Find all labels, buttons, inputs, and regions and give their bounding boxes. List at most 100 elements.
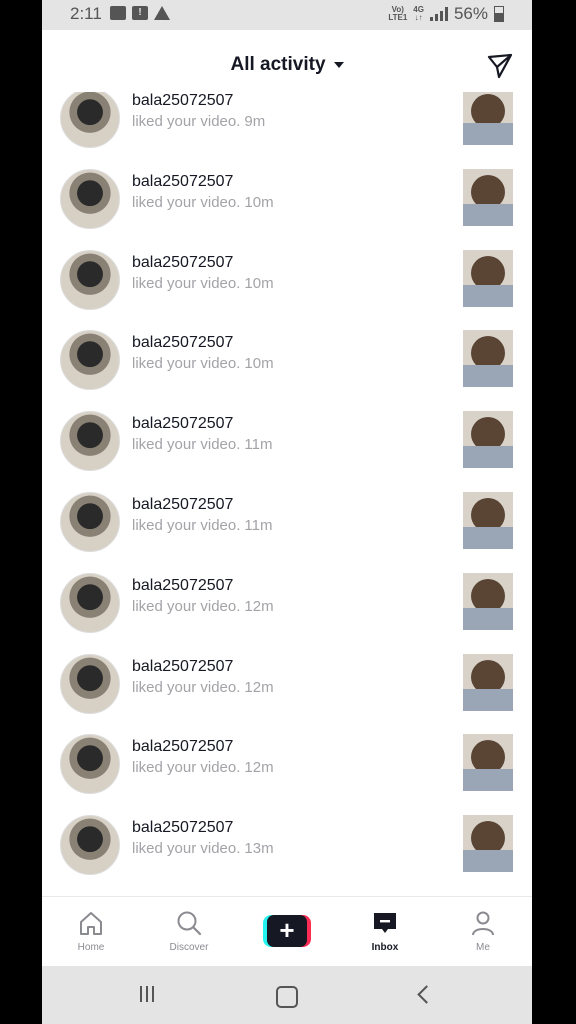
activity-filter-dropdown[interactable]: All activity [42, 54, 532, 76]
phone-screen: 2:11 ! Vo) LTE1 4G ↓↑ 56% All activity b… [42, 0, 532, 1024]
activity-text: liked your video. 10m [132, 355, 274, 372]
activity-text: liked your video. 12m [132, 679, 274, 696]
home-icon [80, 912, 102, 935]
inbox-icon [374, 913, 396, 933]
video-thumbnail[interactable] [463, 330, 513, 388]
activity-text: liked your video. 12m [132, 759, 274, 776]
thumbnail-shirt [463, 769, 513, 792]
recents-bar-icon [152, 986, 154, 1002]
activity-action: liked your video. [132, 516, 241, 534]
notification-icons: ! [110, 6, 170, 20]
activity-row[interactable]: bala25072507 liked your video. 11m [42, 488, 532, 569]
username[interactable]: bala25072507 [132, 334, 233, 352]
avatar[interactable] [60, 491, 120, 552]
activity-row[interactable]: bala25072507 liked your video. 12m [42, 650, 532, 731]
search-icon [177, 911, 202, 936]
avatar[interactable] [60, 734, 120, 795]
username[interactable]: bala25072507 [132, 415, 233, 433]
activity-time: 9m [244, 113, 266, 130]
avatar[interactable] [60, 411, 120, 472]
activity-row[interactable]: bala25072507 liked your video. 10m [42, 246, 532, 327]
activity-row[interactable]: bala25072507 liked your video. 12m [42, 569, 532, 650]
activity-row[interactable]: bala25072507 liked your video. 10m [42, 326, 532, 407]
nav-discover-label: Discover [169, 942, 209, 953]
volte-indicator: Vo) LTE1 [388, 5, 408, 22]
activity-row[interactable]: bala25072507 liked your video. 10m [42, 165, 532, 246]
activity-text: liked your video. 10m [132, 275, 274, 292]
activity-text: liked your video. 9m [132, 113, 265, 130]
activity-text: liked your video. 13m [132, 840, 274, 857]
activity-action: liked your video. [132, 597, 241, 615]
send-icon[interactable] [486, 52, 514, 80]
video-thumbnail[interactable] [463, 491, 513, 549]
back-button[interactable] [417, 985, 436, 1004]
activity-time: 10m [244, 274, 274, 292]
avatar[interactable] [60, 815, 120, 876]
nav-me[interactable]: Me [434, 897, 532, 967]
android-nav-bar [42, 966, 532, 1024]
activity-action: liked your video. [132, 355, 241, 373]
battery-icon [494, 6, 504, 22]
avatar[interactable] [60, 572, 120, 633]
username[interactable]: bala25072507 [132, 92, 233, 110]
caret-down-icon [333, 61, 344, 68]
recents-bar-icon [146, 986, 148, 1002]
activity-time: 11m [244, 436, 273, 454]
video-thumbnail[interactable] [463, 815, 513, 873]
avatar[interactable] [60, 168, 120, 229]
video-thumbnail[interactable] [463, 653, 513, 711]
activity-time: 10m [244, 193, 274, 211]
thumbnail-shirt [463, 446, 513, 469]
network-type-indicator: 4G ↓↑ [413, 5, 424, 22]
activity-list: bala25072507 liked your video. 9m bala25072… [42, 92, 532, 896]
nav-inbox-label: Inbox [371, 942, 399, 953]
username[interactable]: bala25072507 [132, 254, 233, 272]
video-thumbnail[interactable] [463, 168, 513, 226]
activity-action: liked your video. [132, 436, 241, 454]
inbox-header: All activity [42, 36, 532, 92]
username[interactable]: bala25072507 [132, 577, 233, 595]
thumbnail-shirt [463, 607, 513, 630]
activity-row[interactable]: bala25072507 liked your video. 12m [42, 730, 532, 811]
video-thumbnail[interactable] [463, 734, 513, 792]
avatar[interactable] [60, 92, 120, 148]
nav-discover[interactable]: Discover [140, 897, 238, 967]
activity-row[interactable]: bala25072507 liked your video. 11m [42, 407, 532, 488]
username[interactable]: bala25072507 [132, 738, 233, 756]
username[interactable]: bala25072507 [132, 819, 233, 837]
create-button[interactable]: + [263, 915, 311, 947]
username[interactable]: bala25072507 [132, 173, 233, 191]
nav-home-label: Home [77, 942, 105, 953]
video-thumbnail[interactable] [463, 92, 513, 145]
activity-action: liked your video. [132, 840, 241, 858]
nav-create[interactable]: + [238, 897, 336, 967]
thumbnail-shirt [463, 203, 513, 226]
activity-text: liked your video. 11m [132, 517, 272, 534]
avatar[interactable] [60, 653, 120, 714]
video-thumbnail[interactable] [463, 249, 513, 307]
recents-bar-icon [140, 986, 142, 1002]
nav-home[interactable]: Home [42, 897, 140, 967]
activity-row[interactable]: bala25072507 liked your video. 9m [42, 92, 532, 165]
activity-time: 12m [244, 678, 274, 696]
home-button[interactable] [276, 986, 298, 1008]
nav-inbox[interactable]: Inbox [336, 897, 434, 967]
gallery-notification-icon [110, 6, 126, 20]
thumbnail-shirt [463, 365, 513, 388]
video-thumbnail[interactable] [463, 411, 513, 469]
recents-button[interactable] [132, 980, 172, 1010]
activity-time: 10m [244, 355, 274, 373]
avatar[interactable] [60, 330, 120, 391]
avatar[interactable] [60, 249, 120, 310]
username[interactable]: bala25072507 [132, 496, 233, 514]
username[interactable]: bala25072507 [132, 658, 233, 676]
status-right: Vo) LTE1 4G ↓↑ 56% [388, 4, 504, 24]
thumbnail-shirt [463, 284, 513, 307]
activity-row[interactable]: bala25072507 liked your video. 13m [42, 811, 532, 892]
activity-text: liked your video. 12m [132, 598, 274, 615]
video-thumbnail[interactable] [463, 572, 513, 630]
plus-icon: + [267, 915, 307, 947]
alert-notification-icon: ! [132, 6, 148, 20]
signal-icon [429, 7, 448, 21]
thumbnail-shirt [463, 526, 513, 549]
